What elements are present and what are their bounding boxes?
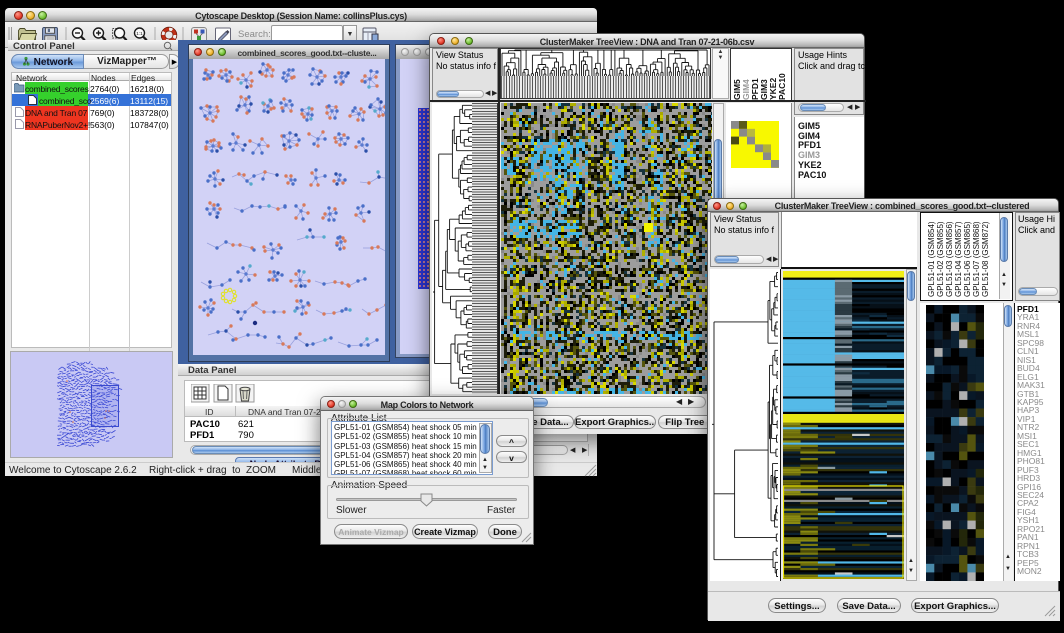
svg-text:GPL51-08 (GSM872): GPL51-08 (GSM872) <box>981 221 990 297</box>
svg-text:PAC10: PAC10 <box>777 73 787 100</box>
svg-text:1:1: 1:1 <box>136 31 143 36</box>
svg-text:GPL51-07 (GSM868): GPL51-07 (GSM868) <box>972 221 981 297</box>
svg-text:GPL51-04 (GSM857): GPL51-04 (GSM857) <box>954 221 963 297</box>
svg-text:GPL51-02 (GSM855): GPL51-02 (GSM855) <box>936 221 945 297</box>
svg-text:GPL51-06 (GSM865): GPL51-06 (GSM865) <box>963 221 972 297</box>
svg-text:GPL51-03 (GSM856): GPL51-03 (GSM856) <box>945 221 954 297</box>
svg-text:GPL51-01 (GSM854): GPL51-01 (GSM854) <box>927 221 936 297</box>
